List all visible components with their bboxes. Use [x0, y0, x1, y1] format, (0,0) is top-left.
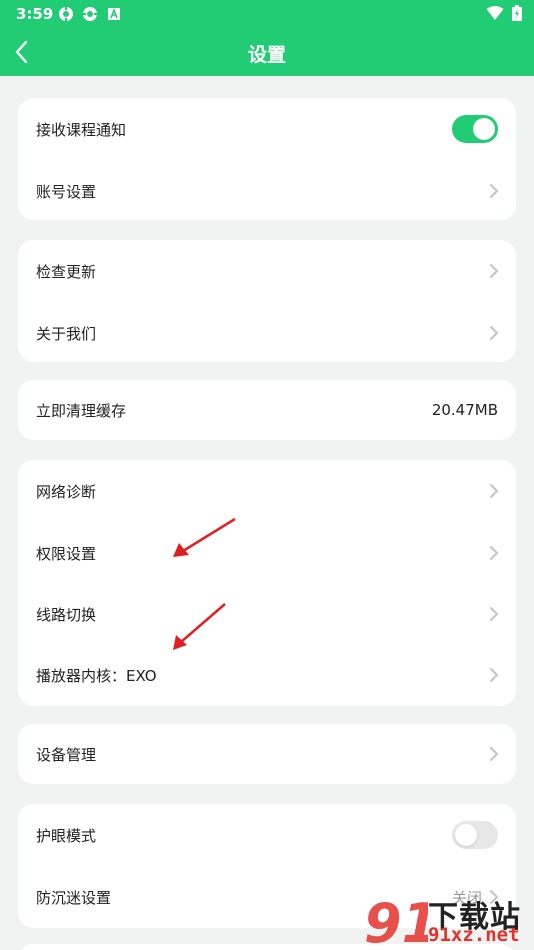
settings-group-device: 设备管理	[18, 724, 516, 784]
cache-size-value: 20.47MB	[431, 401, 498, 419]
row-eye-care-mode[interactable]: 护眼模式	[18, 804, 516, 866]
status-time: 3:59	[16, 5, 54, 23]
eye-care-toggle[interactable]	[452, 821, 498, 849]
row-label: 检查更新	[36, 262, 97, 281]
settings-group-about: 检查更新 关于我们	[18, 240, 516, 362]
chevron-right-icon	[490, 484, 499, 498]
chevron-right-icon	[490, 546, 499, 560]
settings-group-notifications: 接收课程通知 账号设置	[18, 98, 516, 220]
toggle-knob	[455, 824, 477, 846]
row-label: 设备管理	[36, 745, 97, 764]
a-icon	[106, 6, 122, 22]
row-permission-settings[interactable]: 权限设置	[18, 522, 516, 584]
row-label: 立即清理缓存	[36, 401, 127, 420]
row-label: 线路切换	[36, 605, 97, 624]
watermark-logo-text: 91	[364, 892, 428, 950]
status-bar: 3:59	[0, 0, 534, 28]
row-clear-cache[interactable]: 立即清理缓存 20.47MB	[18, 380, 516, 440]
row-label: 网络诊断	[36, 482, 97, 501]
watermark-logo-icon: 91	[364, 892, 428, 950]
chevron-right-icon	[490, 607, 499, 621]
row-player-core[interactable]: 播放器内核：EXO	[18, 644, 516, 706]
row-device-management[interactable]: 设备管理	[18, 724, 516, 784]
row-course-notification[interactable]: 接收课程通知	[18, 98, 516, 160]
chevron-right-icon	[490, 668, 499, 682]
header-bar: 3:59 设置	[0, 0, 534, 76]
course-notification-toggle[interactable]	[452, 115, 498, 143]
settings-app-icon	[58, 6, 74, 22]
row-account-settings[interactable]: 账号设置	[18, 160, 516, 222]
row-label: 防沉迷设置	[36, 888, 112, 907]
row-label: 护眼模式	[36, 826, 97, 845]
settings-app-icon	[82, 6, 98, 22]
settings-group-cache: 立即清理缓存 20.47MB	[18, 380, 516, 440]
site-watermark: 91 下载站 91xz.net	[362, 890, 532, 950]
row-line-switch[interactable]: 线路切换	[18, 583, 516, 645]
toggle-knob	[473, 118, 495, 140]
row-label: 播放器内核：EXO	[36, 666, 157, 685]
settings-group-network: 网络诊断 权限设置 线路切换 播放器内核：EXO	[18, 460, 516, 706]
wifi-icon	[486, 5, 504, 25]
page-title: 设置	[247, 44, 286, 66]
row-label: 权限设置	[36, 544, 97, 563]
chevron-right-icon	[490, 326, 499, 340]
watermark-url: 91xz.net	[428, 924, 520, 946]
row-network-diagnosis[interactable]: 网络诊断	[18, 460, 516, 522]
battery-icon	[512, 5, 522, 25]
row-check-update[interactable]: 检查更新	[18, 240, 516, 302]
row-label: 关于我们	[36, 324, 97, 343]
row-about-us[interactable]: 关于我们	[18, 302, 516, 364]
chevron-right-icon	[490, 747, 499, 761]
row-label: 账号设置	[36, 182, 97, 201]
chevron-right-icon	[490, 184, 499, 198]
chevron-right-icon	[490, 264, 499, 278]
row-label: 接收课程通知	[36, 120, 127, 139]
